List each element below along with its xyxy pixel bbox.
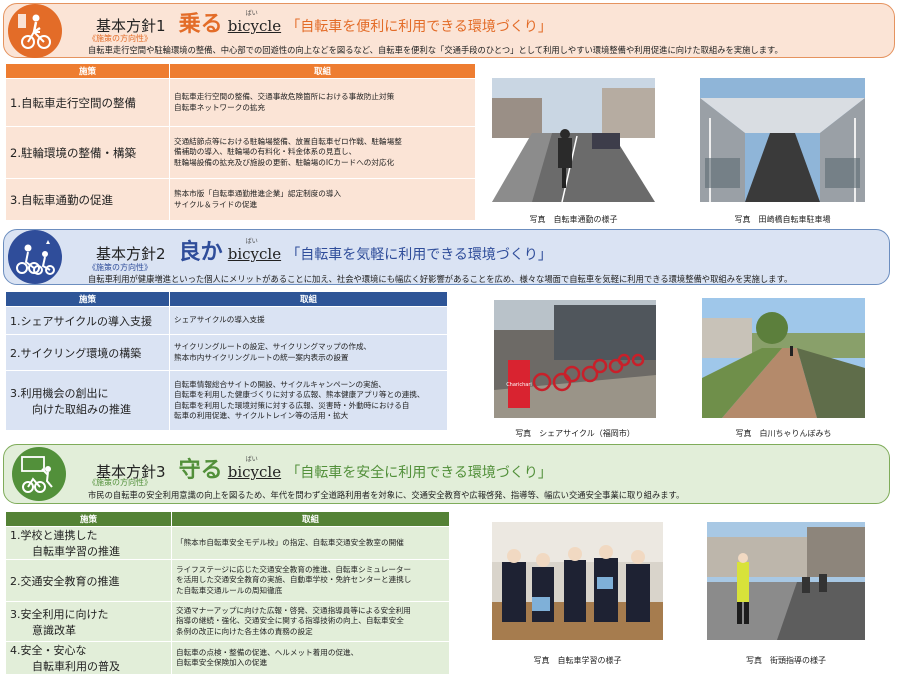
photo-commute: [492, 78, 655, 202]
action-cell: 自転車情報総合サイトの開設、サイクルキャンペーンの実施、 自転車を利用した健康づ…: [169, 370, 448, 431]
section-3-emblem: [12, 447, 66, 501]
table-header: 施策 取組: [5, 63, 476, 79]
section-2-heading: 基本方針2 良か ばい bicycle 「自転車を気軽に利用できる環境づくり」: [96, 234, 552, 266]
action-cell: 「熊本市自転車安全モデル校」の指定、自転車交通安全教室の開催: [171, 526, 450, 560]
road-safety-teaching-icon: [21, 456, 53, 493]
section-2-slogan: 「自転車を気軽に利用できる環境づくり」: [286, 247, 552, 263]
action-cell: 交通結節点等における駐輪場整備、放置自転車ゼロ作戦、駐輪場整 備補助の導入、駐輪…: [169, 126, 476, 179]
section-1-heading: 基本方針1 乗る ばい bicycle 「自転車を便利に利用できる環境づくり」: [96, 6, 552, 38]
action-header: 取組: [169, 291, 448, 307]
photo-parking: [700, 78, 865, 202]
policy-header: 施策: [5, 291, 170, 307]
caption-shirakawa-path: 写真 白川ちゃりんぼみち: [735, 429, 832, 438]
section-1-table: 施策 取組 1.自転車走行空間の整備 自転車走行空間の整備、交通事故危険箇所にお…: [5, 63, 476, 221]
section-2-ruby: ばい: [245, 238, 258, 245]
section-1-bicycle-word: bicycle: [227, 17, 282, 35]
table-row: 2.駐輪環境の整備・構築 交通結節点等における駐輪場整備、放置自転車ゼロ作戦、駐…: [5, 126, 476, 179]
family-cyclists-icon: [16, 240, 55, 275]
section-1-ruby: ばい: [245, 10, 258, 17]
policy-header: 施策: [5, 511, 172, 527]
table-header: 施策 取組: [5, 511, 450, 527]
photo-classroom: [492, 522, 663, 640]
section-3-bicycle-word: bicycle: [227, 463, 282, 481]
section-1-slogan: 「自転車を便利に利用できる環境づくり」: [286, 19, 552, 35]
table-row: 3.利用機会の創出に 向けた取組みの推進 自転車情報総合サイトの開設、サイクルキ…: [5, 370, 448, 431]
policy-cell: 1.学校と連携した 自転車学習の推進: [5, 526, 172, 560]
policy-cell: 3.自転車通勤の促進: [5, 178, 170, 221]
action-header: 取組: [169, 63, 476, 79]
section-2-description: 自転車利用が健康増進といった個人にメリットがあることに加え、社会や環境にも幅広く…: [88, 274, 793, 284]
section-1-emblem: [8, 4, 62, 58]
policy-header: 施策: [5, 63, 170, 79]
policy-cell: 1.自転車走行空間の整備: [5, 78, 170, 127]
caption-classroom: 写真 自転車学習の様子: [533, 656, 622, 665]
section-3-ruby: ばい: [245, 456, 258, 463]
table-row: 3.安全利用に向けた 意識改革 交通マナーアップに向けた広報・啓発、交通指導員等…: [5, 601, 450, 642]
table-row: 1.シェアサイクルの導入支援 シェアサイクルの導入支援: [5, 306, 448, 335]
section-3-heading: 基本方針3 守る ばい bicycle 「自転車を安全に利用できる環境づくり」: [96, 452, 552, 484]
section-1-keyword: 乗る: [178, 11, 223, 37]
table-header: 施策 取組: [5, 291, 448, 307]
section-3-table: 施策 取組 1.学校と連携した 自転車学習の推進 「熊本市自転車安全モデル校」の…: [5, 511, 450, 675]
policy-cell: 2.サイクリング環境の構築: [5, 334, 170, 371]
section-3-direction-label: 《施策の方向性》: [88, 478, 152, 487]
policy-cell: 1.シェアサイクルの導入支援: [5, 306, 170, 335]
table-row: 2.交通安全教育の推進 ライフステージに応じた交通安全教育の推進、自転車シミュレ…: [5, 559, 450, 602]
section-1-description: 自転車走行空間や駐輪環境の整備、中心部での回遊性の向上などを図るなど、自転車を便…: [88, 45, 783, 55]
action-cell: 自転車の点検・整備の促進、ヘルメット着用の促進、 自転車安全保険加入の促進: [171, 641, 450, 675]
bicycle-rider-icon: [18, 14, 51, 49]
action-cell: サイクリングルートの設定、サイクリングマップの作成、 熊本市内サイクリングルート…: [169, 334, 448, 371]
caption-share-cycle: 写真 シェアサイクル（福岡市）: [515, 429, 635, 438]
section-1-direction-label: 《施策の方向性》: [88, 34, 152, 43]
table-row: 4.安全・安心な 自転車利用の普及 自転車の点検・整備の促進、ヘルメット着用の促…: [5, 641, 450, 675]
action-cell: シェアサイクルの導入支援: [169, 306, 448, 335]
photo-street-guidance: [707, 522, 865, 640]
action-cell: 交通マナーアップに向けた広報・啓発、交通指導員等による安全利用 指導の継続・強化…: [171, 601, 450, 642]
table-row: 1.学校と連携した 自転車学習の推進 「熊本市自転車安全モデル校」の指定、自転車…: [5, 526, 450, 560]
action-header: 取組: [171, 511, 450, 527]
policy-cell: 2.交通安全教育の推進: [5, 559, 172, 602]
policy-cell: 4.安全・安心な 自転車利用の普及: [5, 641, 172, 675]
section-2-direction-label: 《施策の方向性》: [88, 263, 152, 272]
caption-parking: 写真 田崎橋自転車駐車場: [734, 215, 831, 224]
section-3-bicycle: ばい bicycle: [227, 456, 282, 481]
action-cell: 自転車走行空間の整備、交通事故危険箇所における事故防止対策 自転車ネットワークの…: [169, 78, 476, 127]
table-row: 2.サイクリング環境の構築 サイクリングルートの設定、サイクリングマップの作成、…: [5, 334, 448, 371]
share-cycle-sign: Charichari: [506, 382, 532, 388]
table-row: 3.自転車通勤の促進 熊本市版「自転車通勤推進企業」認定制度の導入 サイクル＆ラ…: [5, 178, 476, 221]
section-2-bicycle-word: bicycle: [227, 245, 282, 263]
table-row: 1.自転車走行空間の整備 自転車走行空間の整備、交通事故危険箇所における事故防止…: [5, 78, 476, 127]
section-3-description: 市民の自転車の安全利用意識の向上を図るため、年代を問わず全道路利用者を対象に、交…: [88, 490, 685, 500]
section-1-bicycle: ばい bicycle: [227, 10, 282, 35]
policy-cell: 3.利用機会の創出に 向けた取組みの推進: [5, 370, 170, 431]
photo-shirakawa-path: [702, 298, 865, 418]
policy-cell: 3.安全利用に向けた 意識改革: [5, 601, 172, 642]
section-2-keyword: 良か: [178, 239, 223, 265]
action-cell: 熊本市版「自転車通勤推進企業」認定制度の導入 サイクル＆ライドの促進: [169, 178, 476, 221]
section-2-table: 施策 取組 1.シェアサイクルの導入支援 シェアサイクルの導入支援 2.サイクリ…: [5, 291, 448, 431]
section-2-label: 基本方針2: [96, 245, 166, 263]
caption-commute: 写真 自転車通勤の様子: [529, 215, 618, 224]
section-2-bicycle: ばい bicycle: [227, 238, 282, 263]
photo-share-cycle: Charichari: [494, 300, 656, 418]
section-3-slogan: 「自転車を安全に利用できる環境づくり」: [286, 465, 552, 481]
policy-cell: 2.駐輪環境の整備・構築: [5, 126, 170, 179]
section-2-emblem: [8, 230, 62, 284]
section-3-keyword: 守る: [178, 457, 223, 483]
action-cell: ライフステージに応じた交通安全教育の推進、自転車シミュレーター を活用した交通安…: [171, 559, 450, 602]
caption-street-guidance: 写真 街頭指導の様子: [746, 656, 826, 665]
